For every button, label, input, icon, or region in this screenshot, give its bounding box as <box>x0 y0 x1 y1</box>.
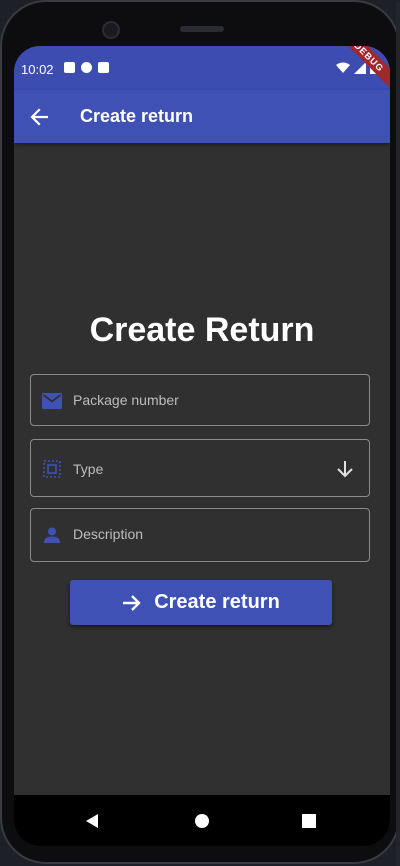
sd-card-icon <box>98 62 109 73</box>
arrow-forward-icon <box>123 594 141 611</box>
package-number-field[interactable] <box>30 374 370 426</box>
create-return-button[interactable]: Create return <box>70 580 332 625</box>
nav-back-button[interactable] <box>80 809 104 833</box>
create-return-button-label: Create return <box>154 591 280 613</box>
type-dropdown[interactable]: Type <box>30 439 370 497</box>
circle-home-icon <box>195 814 209 828</box>
square-recents-icon <box>302 814 316 828</box>
earpiece-speaker <box>180 26 224 32</box>
person-icon <box>41 525 63 545</box>
signal-icon <box>354 62 366 74</box>
select-frame-icon <box>41 459 63 479</box>
notification-play-icon <box>81 62 92 73</box>
front-camera <box>102 21 120 39</box>
arrow-down-icon <box>335 459 355 479</box>
triangle-back-icon <box>86 814 98 828</box>
nav-home-button[interactable] <box>190 809 214 833</box>
nav-recents-button[interactable] <box>297 809 321 833</box>
create-return-form: Create Return Type <box>14 143 390 795</box>
type-label: Type <box>73 461 104 477</box>
status-bar: 10:02 DEBUG <box>14 46 390 94</box>
phone-frame: 10:02 DEBUG Create return Create Return … <box>0 0 400 866</box>
notification-a-icon <box>64 62 75 73</box>
description-field[interactable] <box>30 508 370 562</box>
status-notification-icons <box>64 62 109 73</box>
description-input[interactable] <box>73 509 313 559</box>
package-number-input[interactable] <box>73 375 313 425</box>
mail-icon <box>41 391 63 411</box>
back-button[interactable] <box>26 104 52 130</box>
device-screen: 10:02 DEBUG Create return Create Return … <box>14 46 390 846</box>
system-nav-bar <box>14 795 390 846</box>
app-bar: Create return <box>14 90 390 143</box>
phone-edge <box>396 2 400 866</box>
status-time: 10:02 <box>21 62 54 77</box>
arrow-back-icon <box>30 108 48 126</box>
wifi-icon <box>336 62 350 73</box>
app-bar-title: Create return <box>80 106 194 126</box>
page-heading: Create Return <box>89 311 315 349</box>
